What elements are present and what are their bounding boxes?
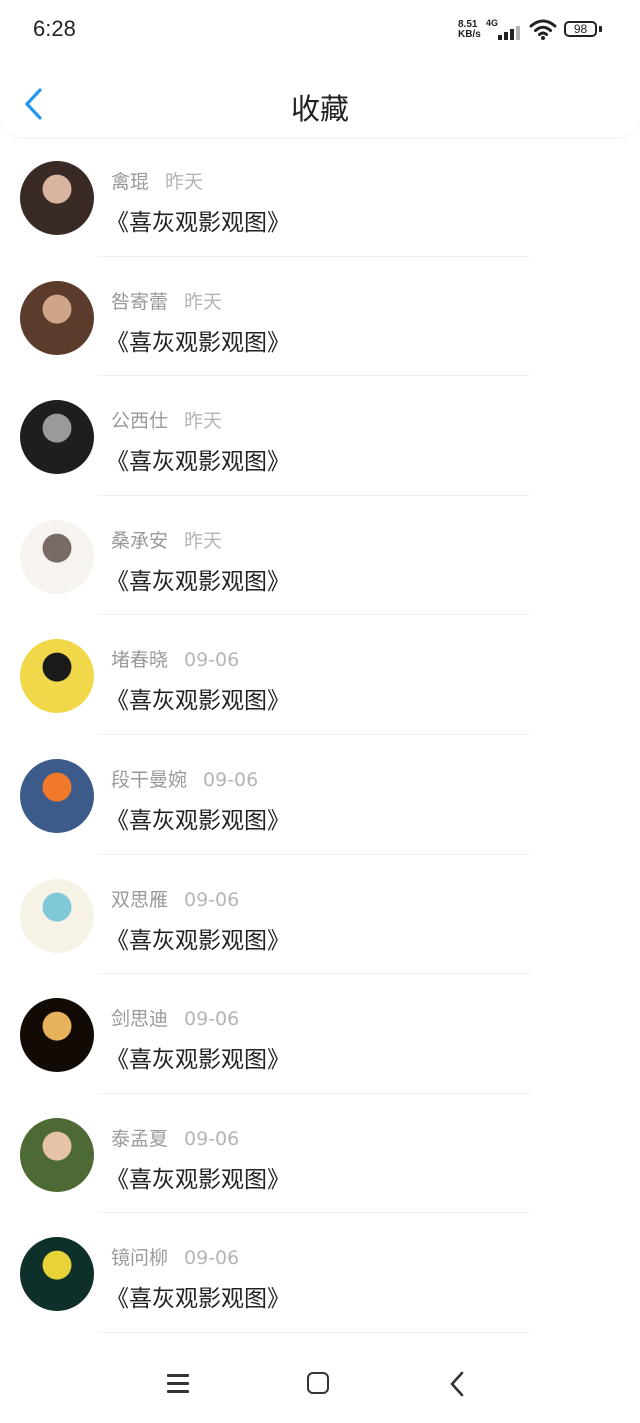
item-date: 09-06 [184, 1247, 240, 1270]
favorite-item[interactable]: 咎寄蕾 昨天《喜灰观影观图》 [0, 257, 640, 377]
item-title[interactable]: 《喜灰观影观图》 [106, 323, 290, 357]
app-header: 6:28 8.51 KB/s 4G 98 收藏 [0, 0, 640, 137]
system-nav-bar [0, 1345, 640, 1423]
favorite-item[interactable]: 镜问柳 09-06 《喜灰观影观图》 [0, 1213, 640, 1333]
item-title[interactable]: 《喜灰观影观图》 [106, 1160, 290, 1194]
item-title[interactable]: 《喜灰观影观图》 [106, 1279, 290, 1313]
item-title[interactable]: 《喜灰观影观图》 [106, 203, 290, 237]
back-triangle-icon[interactable] [447, 1370, 467, 1398]
avatar[interactable] [20, 758, 94, 833]
item-meta: 公西仕 昨天 [111, 406, 222, 433]
item-user[interactable]: 堵春晓 [111, 649, 168, 671]
item-title[interactable]: 《喜灰观影观图》 [106, 1040, 290, 1074]
item-user[interactable]: 泰孟夏 [111, 1128, 168, 1150]
item-user[interactable]: 双思雁 [111, 889, 168, 911]
menu-icon[interactable] [167, 1373, 191, 1395]
item-title[interactable]: 《喜灰观影观图》 [106, 442, 290, 476]
item-title[interactable]: 《喜灰观影观图》 [106, 921, 290, 955]
favorite-item[interactable]: 堵春晓 09-06 《喜灰观影观图》 [0, 615, 640, 735]
item-title[interactable]: 《喜灰观影观图》 [106, 801, 290, 835]
network-type: 4G [486, 18, 499, 28]
item-date: 昨天 [165, 171, 204, 193]
item-date: 昨天 [184, 290, 223, 313]
item-date: 09-06 [184, 1127, 240, 1150]
avatar[interactable] [20, 998, 94, 1073]
avatar[interactable] [20, 1117, 94, 1192]
favorite-item[interactable]: 段干曼婉 09-06 《喜灰观影观图》 [0, 735, 640, 855]
avatar[interactable] [20, 161, 94, 235]
item-meta: 段干曼婉 09-06 [111, 765, 258, 792]
item-date: 09-06 [184, 1008, 240, 1031]
item-title[interactable]: 《喜灰观影观图》 [106, 681, 290, 715]
item-meta: 桑承安 昨天 [111, 526, 222, 553]
item-meta: 镜问柳 09-06 [111, 1243, 239, 1270]
item-meta: 双思雁 09-06 [111, 885, 239, 912]
battery-icon: 98 [564, 21, 597, 37]
item-meta: 禽琨 昨天 [111, 167, 203, 194]
item-user[interactable]: 公西仕 [111, 410, 168, 432]
item-meta: 堵春晓 09-06 [111, 645, 239, 672]
avatar[interactable] [20, 519, 94, 594]
item-user[interactable]: 剑思迪 [111, 1008, 168, 1030]
item-user[interactable]: 禽琨 [111, 171, 149, 193]
net-speed: 8.51 KB/s [458, 20, 481, 40]
home-square-icon[interactable] [307, 1372, 329, 1394]
item-user[interactable]: 桑承安 [111, 530, 168, 552]
favorite-item[interactable]: 禽琨 昨天《喜灰观影观图》 [0, 137, 640, 257]
item-date: 09-06 [184, 888, 240, 911]
favorite-item[interactable]: 双思雁 09-06 《喜灰观影观图》 [0, 855, 640, 975]
item-date: 昨天 [184, 410, 223, 433]
favorite-item[interactable]: 剑思迪 09-06 《喜灰观影观图》 [0, 974, 640, 1094]
favorite-item[interactable]: 泰孟夏 09-06 《喜灰观影观图》 [0, 1094, 640, 1214]
avatar[interactable] [20, 400, 94, 475]
favorite-item[interactable]: 桑承安 昨天《喜灰观影观图》 [0, 496, 640, 616]
battery-tip [599, 26, 602, 32]
item-user[interactable]: 段干曼婉 [111, 769, 187, 791]
item-date: 09-06 [184, 649, 240, 672]
favorites-list: 禽琨 昨天 《喜灰观影观图》 咎寄蕾 昨天 《喜灰观影观图》 公西仕 昨天 《喜灰观影观图》 桑承… [0, 137, 640, 1333]
item-user[interactable]: 咎寄蕾 [111, 291, 168, 313]
avatar[interactable] [20, 639, 94, 714]
status-time: 6:28 [33, 16, 76, 41]
item-meta: 剑思迪 09-06 [111, 1004, 239, 1031]
battery-level: 98 [573, 22, 588, 36]
item-date: 09-06 [203, 768, 259, 791]
avatar[interactable] [20, 878, 94, 953]
avatar[interactable] [20, 1237, 94, 1312]
item-user[interactable]: 镜问柳 [111, 1247, 168, 1269]
page-title: 收藏 [290, 92, 349, 126]
item-date: 昨天 [184, 529, 223, 552]
item-title[interactable]: 《喜灰观影观图》 [106, 562, 290, 596]
divider [98, 1331, 530, 1333]
net-speed-unit: KB/s [458, 29, 481, 40]
status-bar: 6:28 8.51 KB/s 4G 98 [0, 0, 640, 60]
avatar[interactable] [20, 280, 94, 355]
item-meta: 咎寄蕾 昨天 [111, 287, 222, 314]
wifi-icon [529, 19, 557, 40]
item-meta: 泰孟夏 09-06 [111, 1124, 239, 1151]
favorite-item[interactable]: 公西仕 昨天《喜灰观影观图》 [0, 376, 640, 496]
